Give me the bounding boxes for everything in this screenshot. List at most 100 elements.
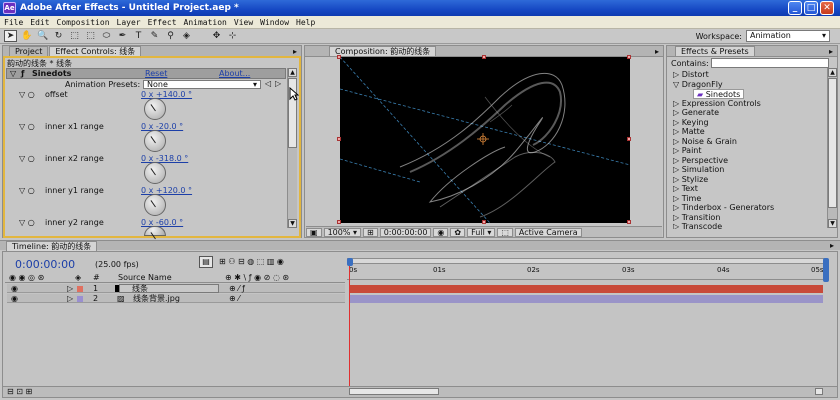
magnification-select[interactable]: 100% ▾ xyxy=(323,227,361,237)
minimize-button[interactable]: _ xyxy=(788,1,802,15)
list-item[interactable]: ▷ Keying xyxy=(673,118,709,128)
label-color-swatch[interactable] xyxy=(77,296,83,302)
panel-menu-icon[interactable]: ▸ xyxy=(293,47,297,56)
maximize-button[interactable]: □ xyxy=(804,1,818,15)
selection-tool-icon[interactable]: ➤ xyxy=(4,30,17,42)
table-row[interactable]: ◉ ▷ 2 ▨ 线条背景.jpg ⊕ ⁄ xyxy=(7,294,345,303)
twirl-icon[interactable]: ▽ ○ xyxy=(19,217,35,228)
list-item[interactable]: ▷ Perspective xyxy=(673,156,728,166)
layer-handle[interactable] xyxy=(627,137,631,141)
list-item[interactable]: ▽ DragonFly xyxy=(673,80,723,90)
reset-link[interactable]: Reset xyxy=(145,69,167,78)
close-button[interactable]: ✕ xyxy=(820,1,834,15)
resolution-select[interactable]: Full ▾ xyxy=(467,227,496,237)
list-item[interactable]: ▷ Paint xyxy=(673,146,702,156)
layer-duration-bar[interactable] xyxy=(349,285,823,293)
list-item[interactable]: ▷ Transcode xyxy=(673,222,722,229)
layer-name[interactable]: 线条背景.jpg xyxy=(133,294,180,303)
menu-animation[interactable]: Animation xyxy=(184,18,227,27)
menu-effect[interactable]: Effect xyxy=(148,18,177,27)
twirl-icon[interactable]: ▷ xyxy=(67,284,73,293)
panel-menu-icon[interactable]: ▸ xyxy=(830,241,834,250)
safe-zones-icon[interactable]: ⊞ xyxy=(363,227,378,237)
angle-dial-icon[interactable] xyxy=(144,130,166,152)
list-item[interactable]: ▷ Distort xyxy=(673,70,709,80)
local-axis-icon[interactable]: ✥ xyxy=(210,30,223,42)
pen-tool-icon[interactable]: ✒ xyxy=(116,30,129,42)
param-value[interactable]: 0 x +140.0 ° xyxy=(141,89,192,100)
menu-view[interactable]: View xyxy=(234,18,253,27)
tab-composition[interactable]: Composition: 韵动的线条 xyxy=(329,46,437,56)
menu-help[interactable]: Help xyxy=(296,18,315,27)
twirl-icon[interactable]: ▽ ○ xyxy=(19,121,35,132)
active-camera-select[interactable]: Active Camera xyxy=(514,227,582,237)
disclosure-triangle-icon[interactable]: ▽ xyxy=(10,69,16,78)
twirl-icon[interactable]: ▷ xyxy=(67,294,73,303)
channel-icon[interactable]: ✿ xyxy=(450,227,466,237)
brush-tool-icon[interactable]: ✎ xyxy=(148,30,161,42)
mask-tool-icon[interactable]: ⬭ xyxy=(100,30,113,42)
menu-layer[interactable]: Layer xyxy=(117,18,141,27)
timeline-switches-icons[interactable]: ⊞ ⚇ ⊟ ◍ ⬚ ▥ ◉ xyxy=(219,257,284,266)
work-area-end-handle[interactable] xyxy=(823,258,829,282)
previous-preset-icon[interactable]: ◁ xyxy=(265,79,271,88)
effect-fx-toggle-icon[interactable]: ƒ xyxy=(21,69,24,78)
layer-switches-icons[interactable]: ⊕ ⁄ ƒ xyxy=(229,284,245,293)
panel-menu-icon[interactable]: ▸ xyxy=(655,47,659,56)
layer-handle[interactable] xyxy=(627,220,631,224)
snapshot-icon[interactable]: ◉ xyxy=(433,227,449,237)
region-of-interest-icon[interactable]: ⬚ xyxy=(497,227,513,237)
list-item-selected[interactable]: ▰ Sinedots xyxy=(693,89,745,99)
layer-handle[interactable] xyxy=(337,137,341,141)
zoom-in-icon[interactable] xyxy=(815,388,823,395)
list-item[interactable]: ▷ Stylize xyxy=(673,175,708,185)
tab-project[interactable]: Project xyxy=(9,46,49,56)
world-axis-icon[interactable]: ⊹ xyxy=(226,30,239,42)
scroll-up-icon[interactable]: ▲ xyxy=(828,68,837,77)
pan-behind-tool-icon[interactable]: ⬚ xyxy=(84,30,97,42)
menu-window[interactable]: Window xyxy=(260,18,289,27)
layer-handle[interactable] xyxy=(337,220,341,224)
layer-handle[interactable] xyxy=(482,220,486,224)
label-color-swatch[interactable] xyxy=(77,286,83,292)
param-value[interactable]: 0 x +120.0 ° xyxy=(141,185,192,196)
about-link[interactable]: About... xyxy=(219,69,250,78)
eye-icon[interactable]: ◉ xyxy=(11,294,18,303)
list-item[interactable]: ▷ Simulation xyxy=(673,165,724,175)
menu-composition[interactable]: Composition xyxy=(57,18,110,27)
hand-tool-icon[interactable]: ✋ xyxy=(20,30,33,42)
list-item[interactable]: ▷ Noise & Grain xyxy=(673,137,737,147)
twirl-icon[interactable]: ▽ ○ xyxy=(19,153,35,164)
param-value[interactable]: 0 x -60.0 ° xyxy=(141,217,183,228)
param-value[interactable]: 0 x -20.0 ° xyxy=(141,121,183,132)
list-item[interactable]: ▷ Matte xyxy=(673,127,705,137)
tab-timeline[interactable]: Timeline: 韵动的线条 xyxy=(6,241,98,251)
layer-duration-bar[interactable] xyxy=(349,295,823,303)
timeline-timecode[interactable]: 0:00:00:00 xyxy=(15,258,75,271)
eye-icon[interactable]: ◉ xyxy=(11,284,18,293)
comp-mini-flowchart-icon[interactable]: ▤ xyxy=(199,256,213,268)
table-row[interactable]: ◉ ▷ 1 线条 ⊕ ⁄ ƒ xyxy=(7,284,345,293)
camera-tool-icon[interactable]: ⬚ xyxy=(68,30,81,42)
contains-search-input[interactable] xyxy=(711,58,829,68)
zoom-tool-icon[interactable]: 🔍 xyxy=(36,30,49,42)
list-item[interactable]: ▷ Generate xyxy=(673,108,719,118)
layer-handle[interactable] xyxy=(337,55,341,59)
time-ruler[interactable]: 0s 01s 02s 03s 04s 05s xyxy=(347,258,825,280)
composition-viewer[interactable] xyxy=(339,56,631,224)
twirl-icon[interactable]: ▽ ○ xyxy=(19,185,35,196)
list-item[interactable]: ▷ Text xyxy=(673,184,698,194)
scroll-thumb[interactable] xyxy=(828,78,837,208)
layer-name[interactable]: 线条 xyxy=(119,284,219,293)
tab-effects-presets[interactable]: Effects & Presets xyxy=(675,46,755,56)
scroll-down-icon[interactable]: ▼ xyxy=(828,219,837,228)
layer-handle[interactable] xyxy=(627,55,631,59)
rotate-tool-icon[interactable]: ↻ xyxy=(52,30,65,42)
panel-menu-icon[interactable]: ▸ xyxy=(829,47,833,56)
list-item[interactable]: ▷ Time xyxy=(673,194,701,204)
timecode-display[interactable]: 0:00:00:00 xyxy=(379,227,432,237)
footer-toggle-icons[interactable]: ⊟ ⊡ ⊞ xyxy=(7,387,32,396)
next-preset-icon[interactable]: ▷ xyxy=(275,79,281,88)
menu-file[interactable]: File xyxy=(4,18,23,27)
layer-switches-icons[interactable]: ⊕ ⁄ xyxy=(229,294,240,303)
